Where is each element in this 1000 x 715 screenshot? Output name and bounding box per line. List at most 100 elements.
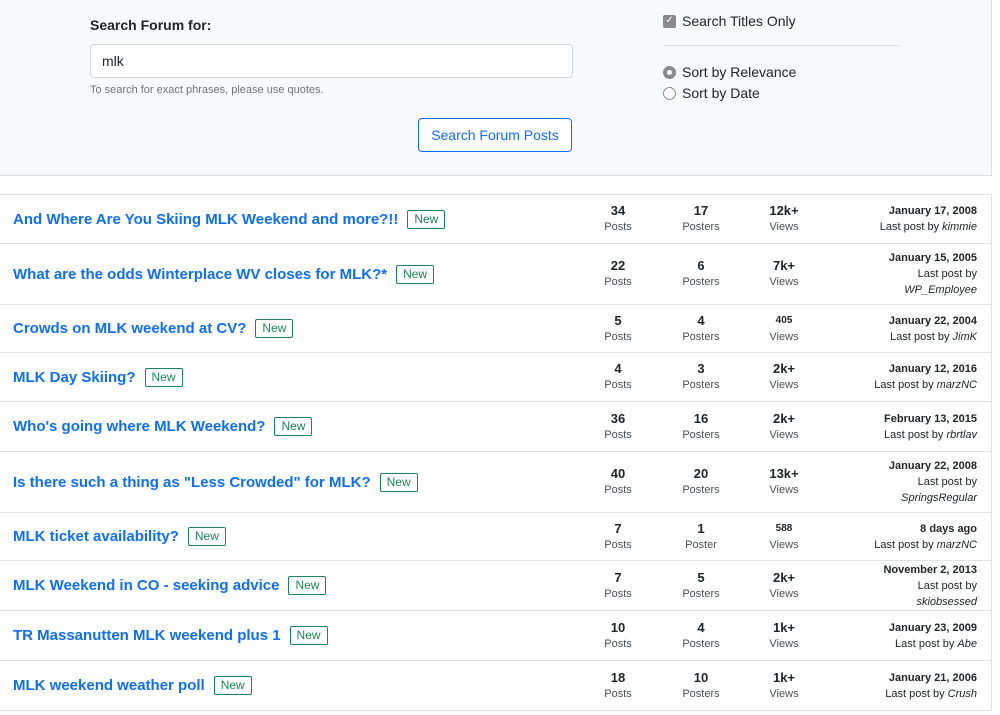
- thread-title-link[interactable]: MLK Weekend in CO - seeking advice: [13, 577, 279, 594]
- posts-label: Posts: [604, 587, 632, 600]
- last-post-user[interactable]: SpringsRegular: [901, 490, 977, 506]
- last-post-user[interactable]: rbrtlav: [946, 429, 977, 441]
- views-count: 13k+ Views: [744, 452, 824, 512]
- thread-title-cell: What are the odds Winterplace WV closes …: [13, 244, 435, 304]
- search-input[interactable]: [90, 44, 573, 78]
- views-label: Views: [769, 538, 799, 551]
- posts-label: Posts: [604, 221, 632, 233]
- views-number: 588: [775, 522, 793, 534]
- thread-title-cell: Is there such a thing as "Less Crowded" …: [13, 452, 418, 512]
- last-post-prefix: Last post by: [884, 428, 944, 441]
- thread-title-link[interactable]: Is there such a thing as "Less Crowded" …: [13, 474, 371, 491]
- last-post-user[interactable]: marzNC: [937, 379, 977, 391]
- posts-label: Posts: [604, 379, 632, 391]
- posters-count: 5 Posters: [661, 561, 741, 610]
- views-label: Views: [769, 379, 799, 391]
- last-post-date: January 17, 2008: [888, 205, 977, 217]
- last-post-prefix: Last post by: [917, 476, 977, 488]
- posters-label: Posters: [682, 379, 720, 391]
- last-post-user[interactable]: kimmie: [942, 221, 977, 233]
- posts-count: 7 Posts: [578, 513, 658, 560]
- posts-label: Posts: [604, 484, 632, 496]
- thread-title-cell: MLK Day Skiing? New: [13, 353, 183, 401]
- posters-number: 1: [697, 520, 705, 536]
- thread-title-link[interactable]: Crowds on MLK weekend at CV?: [13, 320, 246, 337]
- views-number: 2k+: [772, 410, 796, 426]
- last-post-prefix: Last post by: [895, 637, 955, 650]
- posters-count: 6 Posters: [661, 244, 741, 304]
- posts-count: 40 Posts: [578, 452, 658, 512]
- checkbox-checked-icon[interactable]: ✓: [663, 14, 676, 28]
- posters-number: 20: [693, 466, 709, 481]
- thread-title-link[interactable]: MLK weekend weather poll: [13, 677, 205, 694]
- posters-number: 5: [697, 569, 705, 585]
- last-post-user[interactable]: JimK: [953, 331, 977, 343]
- last-post-info: January 22, 2008 Last post by SpringsRegu…: [817, 452, 977, 512]
- posts-number: 7: [614, 520, 622, 536]
- thread-title-link[interactable]: TR Massanutten MLK weekend plus 1: [13, 627, 281, 644]
- table-row: MLK Day Skiing? New 4 Posts 3 Posters 2k+ Views…: [0, 353, 991, 402]
- last-post-prefix: Last post by: [885, 687, 945, 700]
- posts-number: 7: [614, 569, 622, 585]
- posts-count: 36 Posts: [578, 402, 658, 451]
- sort-by-date-option[interactable]: Sort by Date: [663, 85, 760, 101]
- thread-title-cell: MLK ticket availability? New: [13, 513, 226, 560]
- table-row: Is there such a thing as "Less Crowded" …: [0, 452, 991, 513]
- posts-number: 4: [614, 361, 622, 376]
- posters-label: Posters: [682, 276, 720, 288]
- last-post-user[interactable]: Abe: [957, 638, 977, 650]
- last-post-prefix: Last post by: [890, 330, 950, 343]
- posts-count: 10 Posts: [578, 611, 658, 660]
- table-row: MLK ticket availability? New 7 Posts 1 Poster…: [0, 513, 991, 561]
- sort-by-relevance-label: Sort by Relevance: [682, 64, 797, 80]
- last-post-date: November 2, 2013: [883, 563, 977, 576]
- last-post-info: January 23, 2009 Last post by Abe: [817, 611, 977, 660]
- posters-number: 3: [697, 361, 705, 376]
- thread-title-cell: Who's going where MLK Weekend? New: [13, 402, 313, 451]
- new-badge: New: [379, 472, 418, 492]
- thread-title-link[interactable]: What are the odds Winterplace WV closes …: [13, 266, 387, 283]
- radio-selected-icon[interactable]: [663, 65, 676, 79]
- views-number: 2k+: [772, 569, 796, 585]
- thread-title-cell: Crowds on MLK weekend at CV? New: [13, 305, 294, 352]
- thread-title-link[interactable]: MLK ticket availability?: [13, 528, 179, 545]
- posts-label: Posts: [604, 538, 632, 551]
- sort-by-relevance-option[interactable]: Sort by Relevance: [663, 64, 796, 80]
- posters-label: Posters: [682, 330, 720, 343]
- last-post-by: Last post by Crush: [885, 686, 977, 702]
- posters-number: 6: [697, 258, 705, 273]
- posters-count: 1 Poster: [661, 513, 741, 560]
- last-post-user[interactable]: Crush: [948, 688, 977, 700]
- last-post-prefix: Last post by: [917, 579, 977, 592]
- radio-unselected-icon[interactable]: [663, 86, 676, 100]
- last-post-user[interactable]: skiobsessed: [916, 594, 977, 610]
- table-row: Who's going where MLK Weekend? New 36 Posts…: [0, 402, 991, 452]
- last-post-date: January 23, 2009: [888, 621, 977, 634]
- last-post-info: November 2, 2013 Last post by skiobsessed: [817, 561, 977, 610]
- posts-number: 5: [614, 312, 622, 328]
- thread-title-cell: MLK weekend weather poll New: [13, 661, 252, 710]
- table-row: MLK weekend weather poll New 18 Posts 10 Post…: [0, 661, 991, 711]
- posters-number: 16: [693, 410, 709, 426]
- thread-title-link[interactable]: And Where Are You Skiing MLK Weekend and…: [13, 211, 398, 228]
- last-post-by: Last post by marzNC: [874, 377, 977, 393]
- search-forum-posts-button[interactable]: Search Forum Posts: [418, 118, 572, 152]
- last-post-date: January 15, 2005: [888, 252, 977, 264]
- new-badge: New: [396, 264, 435, 284]
- table-row: Crowds on MLK weekend at CV? New 5 Posts 4 Po…: [0, 305, 991, 353]
- posts-count: 7 Posts: [578, 561, 658, 610]
- last-post-info: January 15, 2005 Last post by WP_Employee: [817, 244, 977, 304]
- thread-title-link[interactable]: MLK Day Skiing?: [13, 369, 136, 386]
- views-number: 7k+: [772, 258, 796, 273]
- posts-label: Posts: [604, 637, 632, 650]
- posts-count: 5 Posts: [578, 305, 658, 352]
- new-badge: New: [255, 319, 294, 338]
- last-post-user[interactable]: marzNC: [937, 539, 977, 551]
- posters-count: 10 Posters: [661, 661, 741, 710]
- thread-title-link[interactable]: Who's going where MLK Weekend?: [13, 418, 265, 435]
- views-count: 2k+ Views: [744, 561, 824, 610]
- last-post-date: January 21, 2006: [888, 671, 977, 684]
- views-count: 7k+ Views: [744, 244, 824, 304]
- last-post-user[interactable]: WP_Employee: [904, 282, 977, 298]
- search-titles-only-option[interactable]: ✓ Search Titles Only: [663, 13, 796, 29]
